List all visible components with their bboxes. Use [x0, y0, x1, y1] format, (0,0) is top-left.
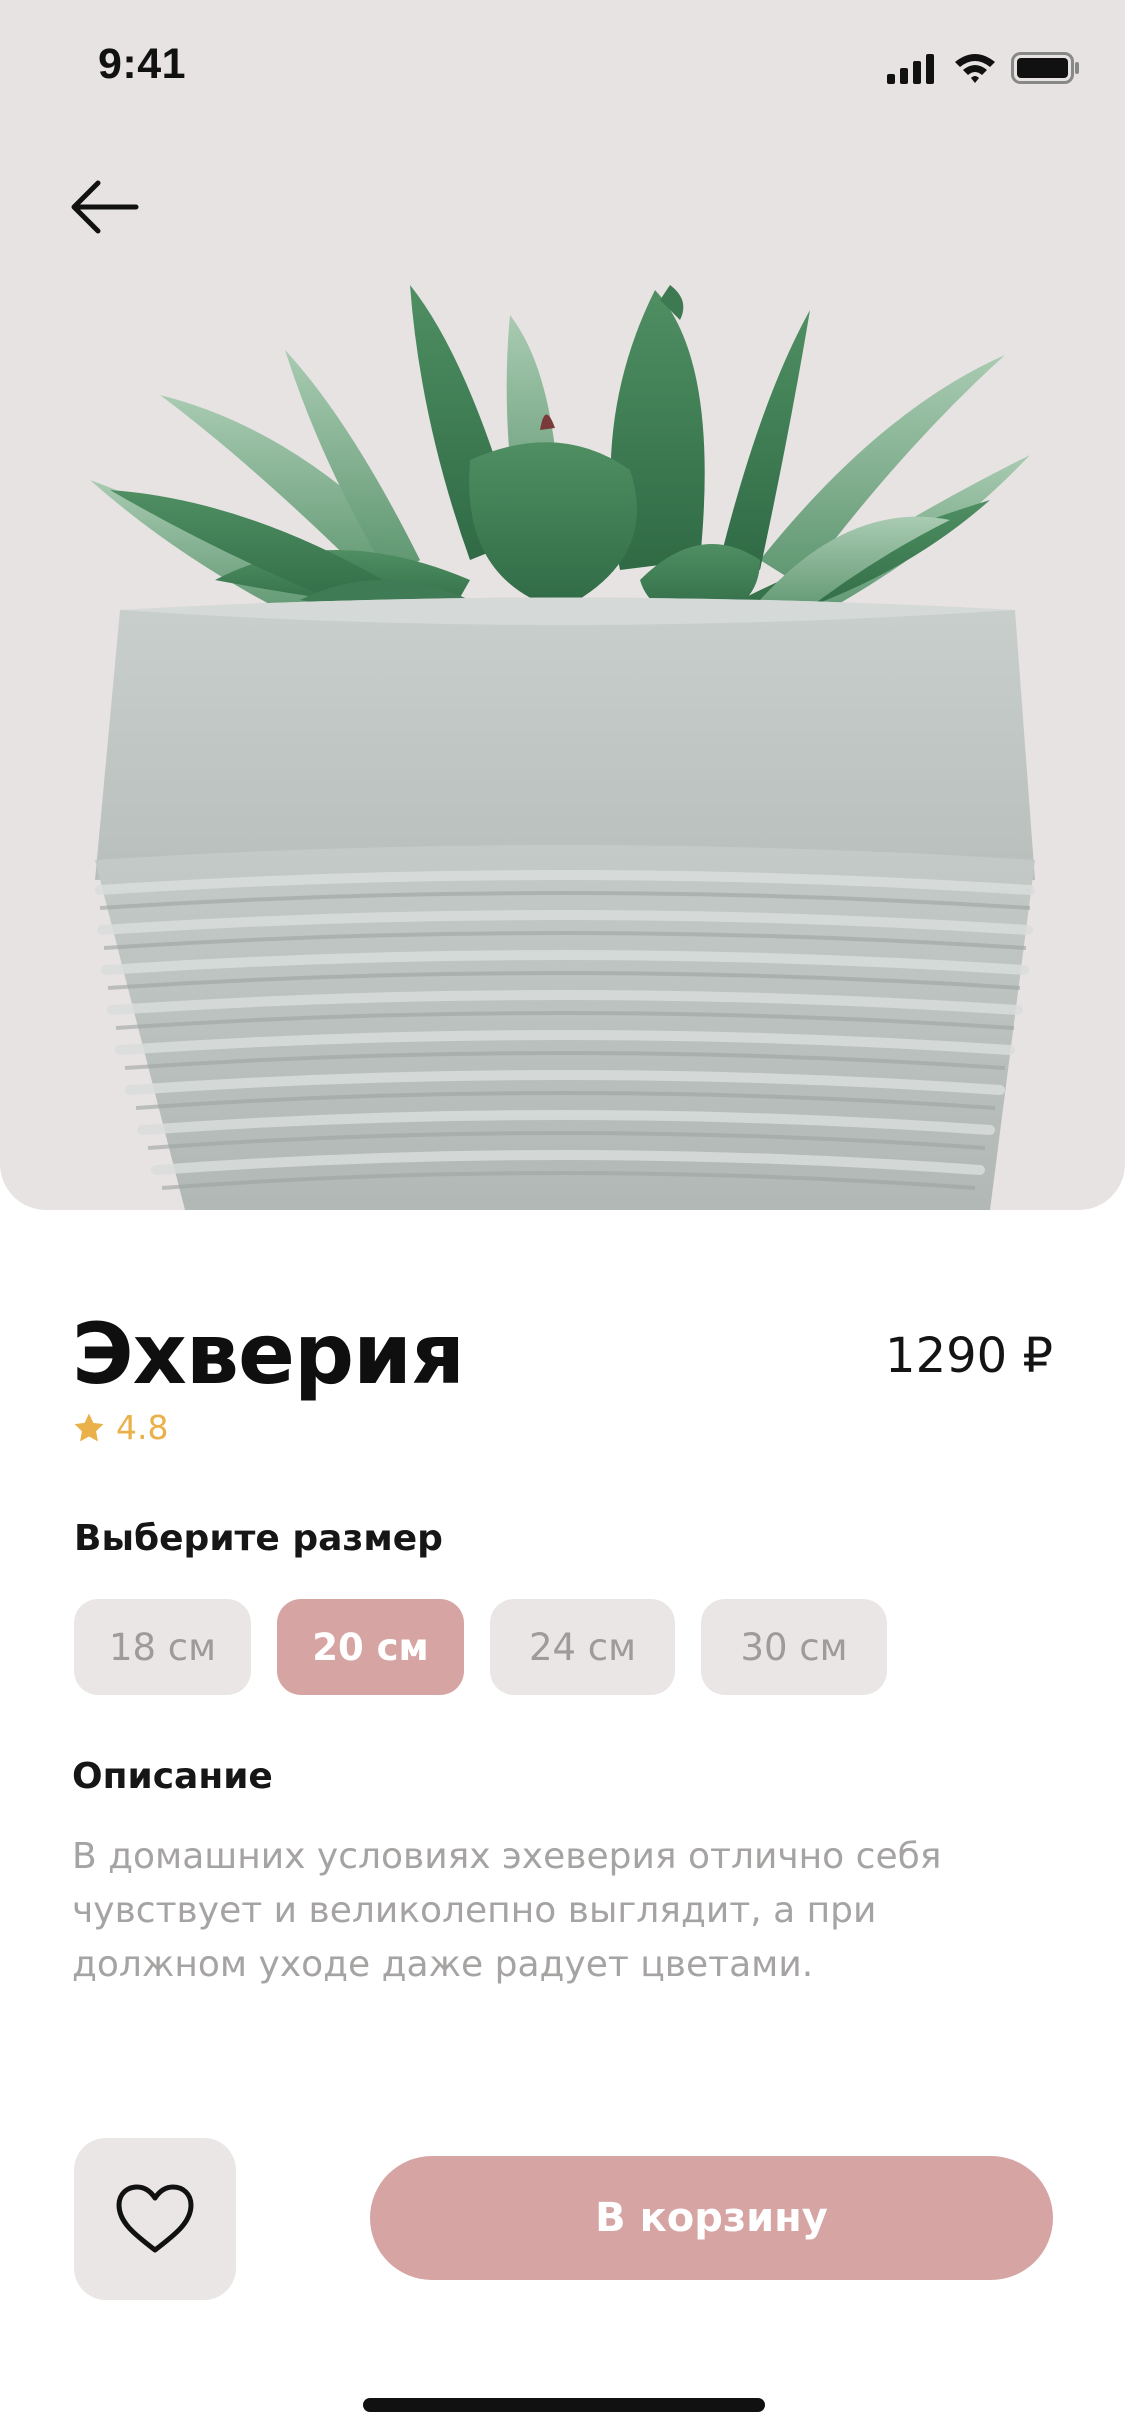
- description-line: чувствует и великолепно выглядит, а при: [72, 1890, 877, 1931]
- status-icons: [887, 48, 1081, 88]
- description-text: В домашних условиях эхеверия отлично себ…: [72, 1830, 1072, 1992]
- signal-icon: [887, 54, 934, 84]
- description-line: должном уходе даже радует цветами.: [72, 1944, 814, 1985]
- size-title: Выберите размер: [74, 1518, 443, 1559]
- rating-value: 4.8: [116, 1408, 169, 1447]
- description-line: В домашних условиях эхеверия отлично себ…: [72, 1836, 942, 1877]
- status-bar: 9:41: [0, 0, 1125, 140]
- wifi-icon: [955, 54, 995, 83]
- size-option-18[interactable]: 18 см: [74, 1599, 251, 1695]
- product-name: Эхверия: [72, 1305, 465, 1403]
- heart-icon: [116, 2184, 194, 2253]
- product-price: 1290 ₽: [885, 1328, 1053, 1384]
- star-icon: [74, 1413, 104, 1441]
- size-option-24[interactable]: 24 см: [490, 1599, 675, 1695]
- favorite-button[interactable]: [74, 2138, 236, 2300]
- size-option-30[interactable]: 30 см: [701, 1599, 887, 1695]
- back-button[interactable]: [62, 165, 146, 249]
- size-options: 18 см 20 см 24 см 30 см: [74, 1599, 887, 1695]
- home-indicator: [363, 2398, 765, 2412]
- battery-icon: [1011, 52, 1079, 84]
- arrow-left-icon: [71, 180, 139, 234]
- product-image: [90, 285, 1035, 1210]
- status-time: 9:41: [98, 40, 187, 88]
- add-to-cart-button[interactable]: В корзину: [370, 2156, 1053, 2280]
- product-rating: 4.8: [72, 1408, 168, 1447]
- size-option-20[interactable]: 20 см: [277, 1599, 464, 1695]
- description-title: Описание: [72, 1756, 273, 1797]
- product-hero: 9:41: [0, 0, 1125, 1210]
